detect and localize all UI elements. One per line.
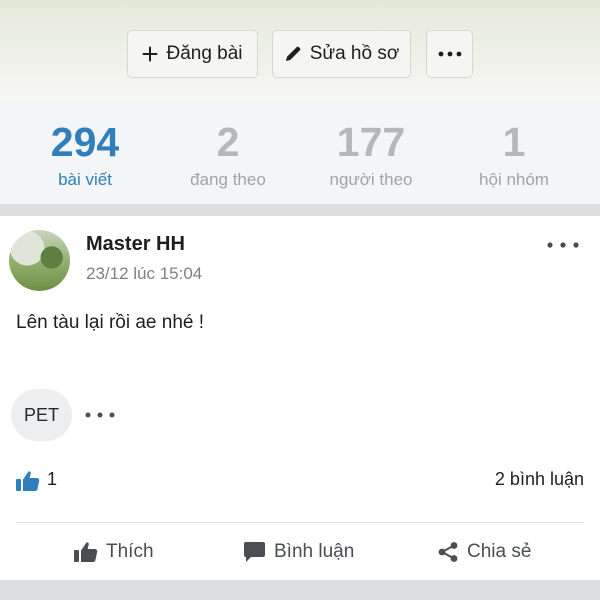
like-button[interactable]: Thích — [74, 536, 154, 568]
edit-profile-label: Sửa hồ sơ — [309, 43, 400, 64]
pencil-icon — [285, 46, 300, 61]
ellipsis-icon — [438, 51, 461, 57]
stat-following-value: 2 — [216, 119, 240, 165]
share-icon — [438, 542, 458, 562]
stat-posts-value: 294 — [50, 119, 120, 165]
plus-icon — [142, 46, 158, 62]
section-divider-bottom — [0, 580, 600, 600]
stat-groups-value: 1 — [502, 119, 526, 165]
profile-more-button[interactable] — [426, 30, 473, 78]
edit-profile-button[interactable]: Sửa hồ sơ — [272, 30, 411, 78]
stat-followers-label: người theo — [329, 170, 413, 189]
tag-more-icon[interactable] — [84, 410, 116, 420]
like-count[interactable]: 1 — [47, 469, 57, 490]
post-author-name[interactable]: Master HH — [86, 233, 185, 256]
avatar[interactable] — [9, 230, 70, 291]
stat-groups-label: hội nhóm — [479, 170, 549, 189]
stat-followers-value: 177 — [336, 119, 406, 165]
thumbs-up-icon — [74, 542, 98, 563]
comment-button-label: Bình luận — [274, 541, 355, 562]
comment-button[interactable]: Bình luận — [243, 536, 354, 568]
create-post-label: Đăng bài — [166, 43, 243, 64]
profile-action-bar: Đăng bài Sửa hồ sơ — [0, 0, 600, 101]
stat-following-label: đang theo — [190, 170, 266, 189]
create-post-button[interactable]: Đăng bài — [127, 30, 258, 78]
share-button[interactable]: Chia sẻ — [437, 536, 531, 568]
stat-posts-label: bài viết — [58, 170, 112, 189]
like-count-icon — [16, 471, 40, 492]
share-button-label: Chia sẻ — [467, 541, 532, 562]
post-content: Lên tàu lại rồi ae nhé ! — [16, 312, 205, 333]
like-button-label: Thích — [106, 541, 154, 562]
post-timestamp: 23/12 lúc 15:04 — [86, 264, 203, 283]
comment-count[interactable]: 2 bình luận — [495, 469, 584, 490]
post-tag-chip[interactable]: PET — [11, 389, 72, 441]
profile-stats: 294 bài viết 2 đang theo 177 người theo … — [0, 101, 600, 204]
post-more-icon[interactable] — [546, 240, 580, 250]
comment-icon — [244, 542, 265, 562]
section-divider — [0, 204, 600, 216]
post-actions-divider — [16, 522, 584, 523]
